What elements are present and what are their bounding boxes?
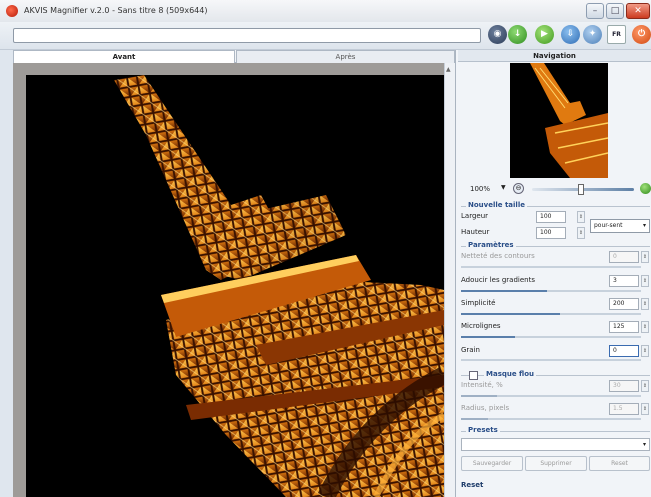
edge-sharpness-label: Netteté des contours <box>461 252 535 260</box>
file-path-input[interactable] <box>13 28 481 43</box>
scroll-up-icon[interactable]: ▲ <box>446 66 451 73</box>
image-canvas[interactable] <box>26 75 444 497</box>
delete-preset-button[interactable]: Supprimer <box>525 456 587 471</box>
navigator-thumbnail[interactable] <box>510 63 608 178</box>
radius-fill <box>461 418 488 420</box>
close-button[interactable]: ✕ <box>626 3 650 19</box>
radius-input[interactable]: 1.5 <box>609 403 639 415</box>
radius-spinner[interactable]: ⇕ <box>641 403 649 415</box>
parameters-title: Paramètres <box>466 241 516 249</box>
preset-select[interactable]: ▾ <box>461 438 650 451</box>
tab-after[interactable]: Après <box>236 50 455 63</box>
intensity-fill <box>461 395 497 397</box>
microlines-spinner[interactable]: ⇕ <box>641 321 649 333</box>
fx-icon[interactable]: ✦ <box>583 25 602 44</box>
new-size-title: Nouvelle taille <box>466 201 527 209</box>
smooth-gradients-spinner[interactable]: ⇕ <box>641 275 649 287</box>
reset-link[interactable]: Reset <box>461 481 483 489</box>
simplicity-input[interactable]: 200 <box>609 298 639 310</box>
radius-label: Radius, pixels <box>461 404 510 412</box>
smooth-gradients-slider[interactable] <box>461 290 641 292</box>
eiffel-tower-photo <box>26 75 444 497</box>
smooth-gradients-fill <box>461 290 548 292</box>
save-icon[interactable]: ↓ <box>508 25 527 44</box>
height-spinner[interactable]: ⇕ <box>577 227 585 239</box>
download-icon[interactable]: ⇩ <box>561 25 580 44</box>
zoom-slider-thumb[interactable] <box>577 184 584 195</box>
height-input[interactable]: 100 <box>536 227 566 239</box>
window-title: AKVIS Magnifier v.2.0 - Sans titre 8 (50… <box>24 6 208 15</box>
navigation-header: Navigation <box>458 50 651 62</box>
smooth-gradients-input[interactable]: 3 <box>609 275 639 287</box>
intensity-input[interactable]: 30 <box>609 380 639 392</box>
microlines-fill <box>461 336 515 338</box>
language-icon[interactable]: FR <box>607 25 626 44</box>
save-preset-button[interactable]: Sauvegarder <box>461 456 523 471</box>
width-input[interactable]: 100 <box>536 211 566 223</box>
chevron-down-icon: ▾ <box>642 222 646 229</box>
zoom-out-icon[interactable]: ⊖ <box>513 183 524 194</box>
power-icon[interactable]: ⏻ <box>632 25 651 44</box>
zoom-value: 100% <box>470 185 491 193</box>
width-spinner[interactable]: ⇕ <box>577 211 585 223</box>
tab-before[interactable]: Avant <box>13 50 235 63</box>
maximize-button[interactable]: □ <box>606 3 624 19</box>
minimize-button[interactable]: – <box>586 3 604 19</box>
edge-sharpness-spinner[interactable]: ⇕ <box>641 251 649 263</box>
simplicity-slider[interactable] <box>461 313 641 315</box>
akvis-logo-icon <box>6 5 18 17</box>
zoom-in-icon[interactable] <box>640 183 651 194</box>
simplicity-spinner[interactable]: ⇕ <box>641 298 649 310</box>
microlines-input[interactable]: 125 <box>609 321 639 333</box>
unsharp-mask-title: Masque flou <box>484 370 537 378</box>
zoom-dropdown-icon[interactable]: ▼ <box>501 184 506 191</box>
reset-preset-button[interactable]: Reset <box>589 456 650 471</box>
grain-spinner[interactable]: ⇕ <box>641 345 649 357</box>
width-label: Largeur <box>461 212 489 220</box>
image-scrollbar[interactable] <box>444 63 455 497</box>
units-value: pour-sent <box>594 222 623 229</box>
edge-sharpness-input[interactable]: 0 <box>609 251 639 263</box>
intensity-spinner[interactable]: ⇕ <box>641 380 649 392</box>
open-icon[interactable]: ◉ <box>488 25 507 44</box>
process-icon[interactable]: ▶ <box>535 25 554 44</box>
grain-label: Grain <box>461 346 480 354</box>
edge-sharpness-slider[interactable] <box>461 266 641 268</box>
microlines-label: Microlignes <box>461 322 501 330</box>
intensity-label: Intensité, % <box>461 381 503 389</box>
height-label: Hauteur <box>461 228 490 236</box>
intensity-slider[interactable] <box>461 395 641 397</box>
grain-input[interactable]: 0 <box>609 345 639 357</box>
grain-slider[interactable] <box>461 359 641 361</box>
chevron-down-icon: ▾ <box>642 441 646 448</box>
microlines-slider[interactable] <box>461 336 641 338</box>
radius-slider[interactable] <box>461 418 641 420</box>
simplicity-label: Simplicité <box>461 299 496 307</box>
smooth-gradients-label: Adoucir les gradients <box>461 276 535 284</box>
units-select[interactable]: pour-sent ▾ <box>590 219 650 233</box>
unsharp-mask-checkbox[interactable] <box>469 371 478 380</box>
navigator-preview <box>510 63 608 178</box>
simplicity-fill <box>461 313 560 315</box>
presets-title: Presets <box>466 426 500 434</box>
